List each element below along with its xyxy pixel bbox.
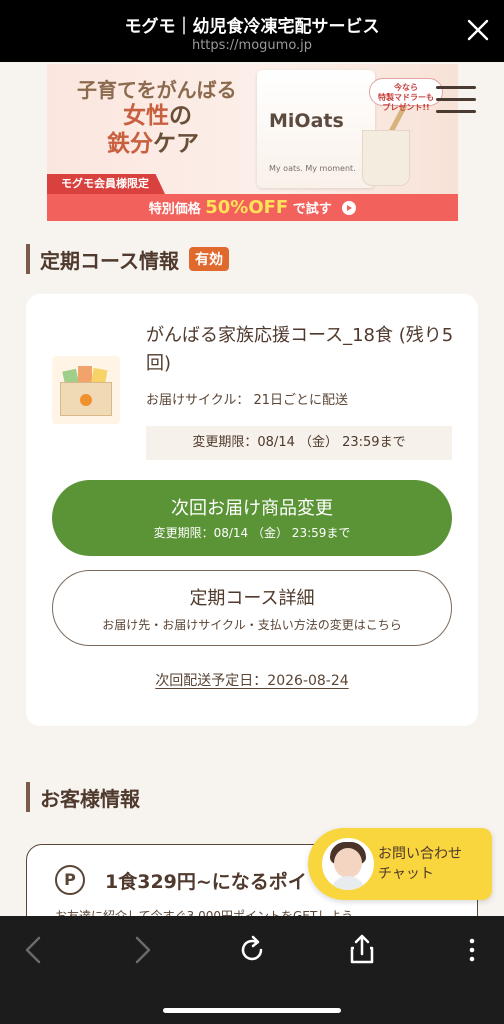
course-card: がんばる家族応援コース_18食 (残り5回) お届けサイクル： 21日ごとに配送… xyxy=(26,294,478,726)
detail-button-sub: お届け先・お届けサイクル・支払い方法の変更はこちら xyxy=(102,618,402,632)
cta-suffix: で試す xyxy=(292,202,332,217)
heading-bar xyxy=(26,782,30,812)
course-name: がんばる家族応援コース_18食 (残り5回) xyxy=(146,325,454,374)
chat-label-line1: お問い合わせ xyxy=(378,846,462,862)
cta-prefix: 特別価格 xyxy=(148,202,201,217)
share-icon[interactable] xyxy=(342,930,382,970)
product-logo: MiOats xyxy=(269,110,344,132)
gift-badge: 今なら 特製マドラーも プレゼント!! xyxy=(369,78,443,112)
close-icon[interactable] xyxy=(466,18,490,42)
browser-top-bar: モグモ｜幼児食冷凍宅配サービス https://mogumo.jp xyxy=(0,0,504,62)
page-content: 子育てをがんばる 女性の 鉄分ケア モグモ会員様限定 MiOats My oat… xyxy=(0,62,504,916)
chat-button[interactable]: お問い合わせ チャット xyxy=(308,828,492,900)
cta-discount: 50%OFF xyxy=(205,197,289,218)
course-section-title: 定期コース情報 xyxy=(40,248,179,273)
banner-line3: 鉄分ケア xyxy=(107,124,199,158)
badge-line2: 特製マドラーも xyxy=(378,93,434,102)
home-indicator xyxy=(163,1008,341,1013)
points-subtext: お友達に紹介して今すぐ3,000円ポイントをGETしよう。 xyxy=(55,909,365,916)
chat-label: お問い合わせ チャット xyxy=(378,844,462,884)
arrow-right-icon xyxy=(342,201,357,215)
reload-icon[interactable] xyxy=(232,930,272,970)
course-section-heading: 定期コース情報 有効 xyxy=(26,244,229,274)
more-vertical-icon[interactable] xyxy=(452,930,492,970)
member-only-label: モグモ会員様限定 xyxy=(47,174,165,194)
points-icon: P xyxy=(55,865,85,895)
operator-avatar xyxy=(322,838,374,890)
change-next-delivery-button[interactable]: 次回お届け商品変更 変更期限：08/14 （金） 23:59まで xyxy=(52,480,452,556)
banner-line3-suffix: ケア xyxy=(153,131,199,157)
next-shipment-date: 次回配送予定日：2026-08-24 xyxy=(155,673,349,689)
hamburger-icon[interactable] xyxy=(436,82,476,114)
drink-glass-image xyxy=(362,130,410,186)
customer-section-title: お客様情報 xyxy=(40,786,140,811)
change-button-label: 次回お届け商品変更 xyxy=(171,498,333,519)
course-detail-button[interactable]: 定期コース詳細 お届け先・お届けサイクル・支払い方法の変更はこちら xyxy=(52,570,452,646)
page-url: https://mogumo.jp xyxy=(191,38,313,53)
banner-cta[interactable]: 特別価格 50%OFF で試す xyxy=(47,194,458,221)
heading-bar xyxy=(26,244,30,274)
product-package: MiOats My oats. My moment. xyxy=(257,70,375,188)
points-title: 1食329円~になるポイ xyxy=(105,871,307,893)
chevron-right-icon[interactable] xyxy=(122,930,162,970)
status-badge: 有効 xyxy=(189,247,229,271)
banner-line3-main: 鉄分 xyxy=(107,131,153,157)
customer-section-heading: お客様情報 xyxy=(26,782,140,812)
badge-line3: プレゼント!! xyxy=(382,103,430,112)
chat-label-line2: チャット xyxy=(378,866,434,882)
delivery-cycle: お届けサイクル： 21日ごとに配送 xyxy=(146,393,349,408)
change-button-sub: 変更期限：08/14 （金） 23:59まで xyxy=(153,526,351,540)
course-thumbnail xyxy=(52,356,120,424)
promo-banner[interactable]: 子育てをがんばる 女性の 鉄分ケア モグモ会員様限定 MiOats My oat… xyxy=(47,64,458,221)
next-shipment-link[interactable]: 次回配送予定日：2026-08-24 xyxy=(26,670,478,690)
change-deadline: 変更期限：08/14 （金） 23:59まで xyxy=(146,426,452,460)
badge-line1: 今なら xyxy=(394,83,418,92)
product-tagline: My oats. My moment. xyxy=(269,164,356,173)
detail-button-label: 定期コース詳細 xyxy=(189,588,315,609)
page-title: モグモ｜幼児食冷凍宅配サービス xyxy=(124,17,380,37)
chevron-left-icon[interactable] xyxy=(14,930,54,970)
